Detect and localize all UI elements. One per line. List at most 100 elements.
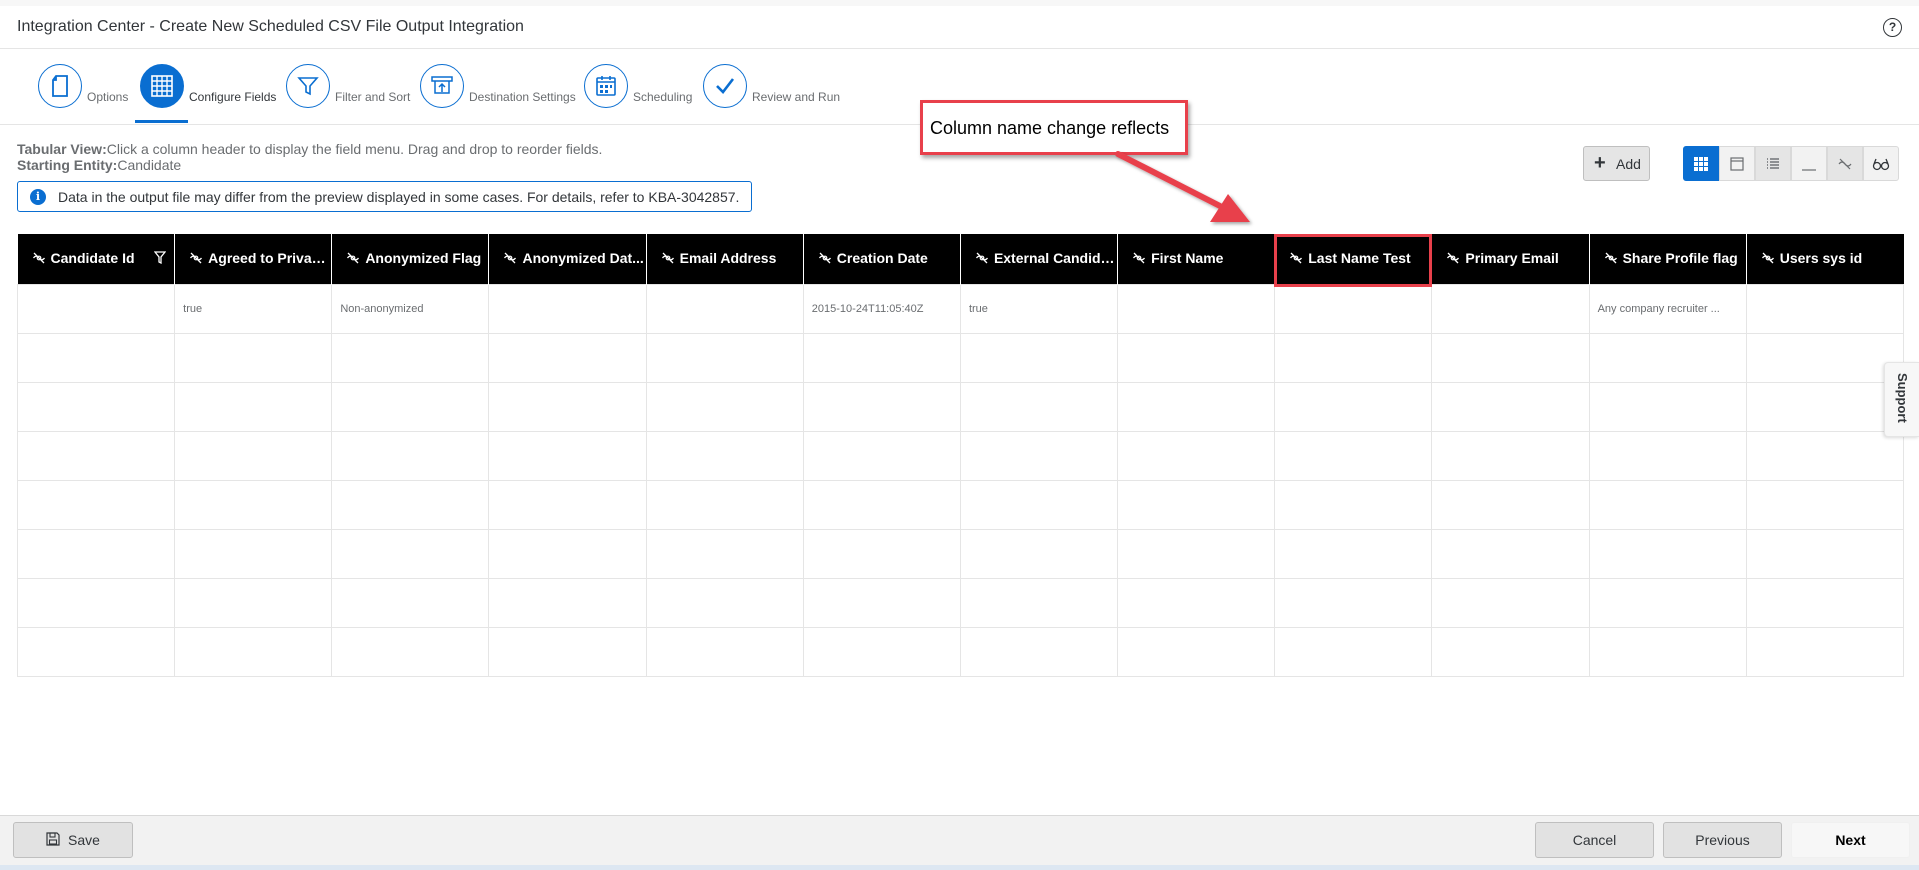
table-cell[interactable] [174,479,333,530]
table-cell[interactable] [488,479,647,530]
table-cell[interactable] [959,381,1119,432]
column-header[interactable]: Creation Date [803,234,961,284]
table-cell[interactable] [488,577,647,628]
table-cell[interactable] [1588,577,1747,628]
table-cell[interactable] [1588,381,1747,432]
table-cell[interactable] [1117,283,1276,334]
table-cell[interactable] [174,528,333,579]
table-cell[interactable] [645,626,804,677]
table-cell[interactable] [488,626,647,677]
column-header[interactable]: Candidate Id [17,234,176,284]
cancel-button[interactable]: Cancel [1535,822,1654,858]
table-cell[interactable] [645,479,804,530]
table-cell[interactable] [1117,528,1276,579]
table-cell[interactable] [645,283,804,334]
table-cell[interactable] [1274,577,1433,628]
column-header[interactable]: First Name [1117,234,1276,284]
table-cell[interactable] [959,626,1119,677]
table-cell[interactable] [488,528,647,579]
table-cell[interactable] [1274,283,1433,334]
table-cell[interactable] [1431,528,1590,579]
table-cell[interactable] [174,626,333,677]
hidden-field-icon[interactable] [1761,251,1775,268]
table-cell[interactable] [488,283,647,334]
hidden-field-icon[interactable] [975,251,989,268]
table-cell[interactable] [1274,626,1433,677]
table-cell[interactable] [1588,332,1747,383]
hidden-field-icon[interactable] [1132,251,1146,268]
table-cell[interactable] [645,577,804,628]
table-cell[interactable] [802,332,961,383]
table-cell[interactable] [16,528,176,579]
table-cell[interactable] [802,479,961,530]
table-cell[interactable] [1745,528,1905,579]
preview-glasses-icon[interactable] [1863,146,1899,181]
table-cell[interactable] [1431,577,1590,628]
previous-button[interactable]: Previous [1663,822,1782,858]
table-cell[interactable]: true [174,283,333,334]
table-cell[interactable] [1745,626,1905,677]
underline-view-icon[interactable] [1791,146,1827,181]
table-cell[interactable]: 2015-10-24T11:05:40Z [802,283,961,334]
table-cell[interactable] [1745,381,1905,432]
table-cell[interactable] [1117,626,1276,677]
hidden-field-icon[interactable] [1604,251,1618,268]
table-cell[interactable] [959,528,1119,579]
table-cell[interactable] [802,626,961,677]
table-cell[interactable] [1117,381,1276,432]
hidden-field-icon[interactable] [1289,251,1303,268]
table-cell[interactable]: Any company recruiter ... [1588,283,1747,334]
hidden-field-icon[interactable] [346,251,360,268]
table-cell[interactable]: Non-anonymized [331,283,490,334]
table-cell[interactable] [802,577,961,628]
table-cell[interactable] [488,430,647,481]
table-cell[interactable] [331,381,490,432]
table-cell[interactable] [331,479,490,530]
table-cell[interactable] [174,381,333,432]
column-header[interactable]: Anonymized Flag [331,234,490,284]
table-cell[interactable] [174,430,333,481]
table-cell[interactable] [645,332,804,383]
column-header[interactable]: Primary Email [1431,234,1590,284]
table-cell[interactable] [331,577,490,628]
table-cell[interactable] [16,479,176,530]
table-cell[interactable] [645,381,804,432]
table-cell[interactable] [488,332,647,383]
table-cell[interactable] [645,430,804,481]
hidden-field-icon[interactable] [32,251,46,268]
table-cell[interactable] [331,528,490,579]
table-cell[interactable] [1745,332,1905,383]
add-field-button[interactable]: + Add [1583,146,1650,181]
table-cell[interactable] [331,332,490,383]
table-cell[interactable] [488,381,647,432]
table-cell[interactable] [1274,332,1433,383]
table-cell[interactable] [1431,283,1590,334]
table-cell[interactable] [1588,430,1747,481]
hide-icon[interactable] [1827,146,1863,181]
table-cell[interactable] [1117,430,1276,481]
table-cell[interactable] [1431,430,1590,481]
table-cell[interactable] [16,577,176,628]
column-header[interactable]: Users sys id [1746,234,1904,284]
table-cell[interactable]: true [959,283,1119,334]
list-view-icon[interactable] [1755,146,1791,181]
table-cell[interactable] [331,430,490,481]
table-cell[interactable] [16,626,176,677]
table-cell[interactable] [959,332,1119,383]
column-header[interactable]: Anonymized Dat... [488,234,647,284]
table-cell[interactable] [174,332,333,383]
table-cell[interactable] [1745,577,1905,628]
table-cell[interactable] [16,430,176,481]
hidden-field-icon[interactable] [1446,251,1460,268]
table-cell[interactable] [1431,479,1590,530]
table-cell[interactable] [802,430,961,481]
table-cell[interactable] [1431,626,1590,677]
column-header[interactable]: External Candidate [960,234,1119,284]
table-cell[interactable] [1745,479,1905,530]
table-cell[interactable] [1274,381,1433,432]
detail-view-icon[interactable] [1719,146,1755,181]
hidden-field-icon[interactable] [189,251,203,268]
table-cell[interactable] [1745,430,1905,481]
table-cell[interactable] [802,528,961,579]
table-cell[interactable] [959,479,1119,530]
